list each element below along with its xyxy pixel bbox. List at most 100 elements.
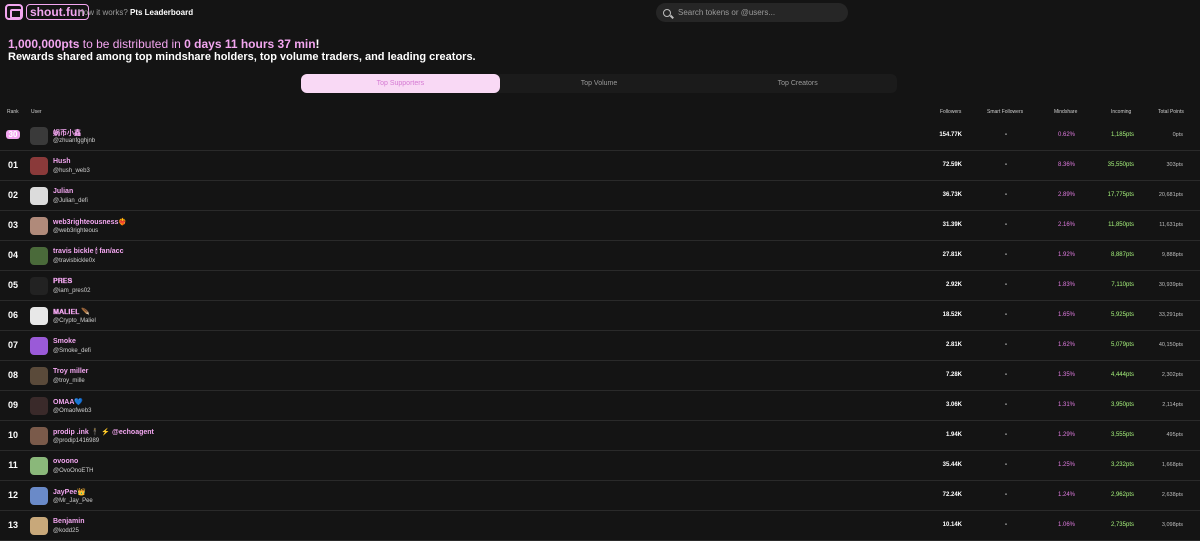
avatar[interactable] [30,517,48,535]
search-input[interactable] [678,8,838,17]
incoming-value: 5,079pts [1110,342,1134,348]
user-name[interactable]: travis bickle 🕯 fan/acc [53,248,123,256]
avatar[interactable] [30,487,48,505]
mindshare-value: 1.83% [1057,282,1075,288]
followers-value: 3.06K [945,402,962,408]
followers-value: 27.81K [942,252,962,258]
user-name[interactable]: 𝐏𝐑𝐄𝐒 [53,278,72,286]
smart-followers-value: - [1005,522,1007,528]
incoming-value: 8,887pts [1110,252,1134,258]
followers-value: 72.24K [942,492,962,498]
user-name[interactable]: Julian [53,188,73,195]
avatar[interactable] [30,217,48,235]
table-row[interactable]: 04 travis bickle 🕯 fan/acc @travisbickle0x… [0,241,1200,271]
user-name[interactable]: 蜗币小鑫 [53,128,81,138]
smart-followers-value: - [1005,492,1007,498]
avatar[interactable] [30,367,48,385]
user-name[interactable]: OMAA💙 [53,398,83,406]
avatar[interactable] [30,127,48,145]
incoming-value: 3,950pts [1110,402,1134,408]
leaderboard-table: 30 蜗币小鑫 @zhuanfgghjnb 154.77K - 0.62% 1,185pts… [0,121,1200,541]
tab-top-supporters[interactable]: Top Supporters [301,74,500,93]
col-rank: Rank [7,109,19,115]
followers-value: 72.59K [942,162,962,168]
promo-line: 1,000,000pts to be distributed in 0 days… [8,37,320,51]
user-name[interactable]: Smoke [53,338,76,345]
table-row[interactable]: 02 Julian @Julian_defi 36.73K - 2.89% 17,775pt… [0,181,1200,211]
followers-value: 10.14K [942,522,962,528]
rank-number: 30 [6,130,20,139]
logo[interactable]: shout.fun [5,4,89,20]
col-total-points: Total Points [1158,109,1184,115]
user-name[interactable]: ovoono [53,458,78,465]
user-name[interactable]: 𝐌𝐀𝐋𝐈𝐄𝐋 🪶 [53,308,90,317]
smart-followers-value: - [1005,222,1007,228]
user-name[interactable]: web3righteousness❤️‍🔥 [53,218,127,226]
smart-followers-value: - [1005,192,1007,198]
followers-value: 18.52K [942,312,962,318]
incoming-value: 2,962pts [1110,492,1134,498]
table-row[interactable]: 06 𝐌𝐀𝐋𝐈𝐄𝐋 🪶 @Crypto_Maliel 18.52K - 1.65% 5,92… [0,301,1200,331]
promo-amount: 1,000,000pts [8,37,80,51]
user-name[interactable]: prodip .ink 🕴 ⚡ @echoagent [53,428,154,436]
table-row[interactable]: 01 Hush @hush_web3 72.59K - 8.36% 35,550pts 303… [0,151,1200,181]
table-row[interactable]: 07 Smoke @Smoke_defi 2.81K - 1.62% 5,079pts 40,… [0,331,1200,361]
search-bar[interactable] [656,3,848,22]
total-points-value: 303pts [1166,162,1183,168]
user-name[interactable]: JayPee👑 [53,488,86,496]
table-row[interactable]: 12 JayPee👑 @Mr_Jay_Pee 72.24K - 1.24% 2,962pts… [0,481,1200,511]
table-row[interactable]: 09 OMAA💙 @Omaofweb3 3.06K - 1.31% 3,950pts 2,11… [0,391,1200,421]
table-row[interactable]: 30 蜗币小鑫 @zhuanfgghjnb 154.77K - 0.62% 1,185pts… [0,121,1200,151]
table-row[interactable]: 03 web3righteousness❤️‍🔥 @web3righteous 31.… [0,211,1200,241]
total-points-value: 33,291pts [1158,312,1183,318]
user-name[interactable]: Benjamin [53,518,85,525]
mindshare-value: 2.89% [1057,192,1075,198]
user-handle: @web3righteous [53,228,99,234]
incoming-value: 17,775pts [1107,192,1134,198]
col-followers: Followers [940,109,962,115]
avatar[interactable] [30,397,48,415]
total-points-value: 495pts [1166,432,1183,438]
total-points-value: 9,888pts [1161,252,1183,258]
avatar[interactable] [30,277,48,295]
col-smart-followers: Smart Followers [987,109,1024,115]
mindshare-value: 1.29% [1057,432,1075,438]
tab-top-volume[interactable]: Top Volume [500,74,699,93]
rank-number: 06 [7,310,18,320]
avatar[interactable] [30,427,48,445]
table-row[interactable]: 08 Troy miller @troy_mille 7.28K - 1.35% 4,444… [0,361,1200,391]
avatar[interactable] [30,337,48,355]
avatar[interactable] [30,457,48,475]
mindshare-value: 8.36% [1057,162,1075,168]
rank-number: 03 [7,220,18,230]
incoming-value: 3,232pts [1110,462,1134,468]
user-name[interactable]: Troy miller [53,368,88,375]
user-name[interactable]: Hush [53,158,71,165]
avatar[interactable] [30,157,48,175]
avatar[interactable] [30,247,48,265]
incoming-value: 11,850pts [1108,222,1134,228]
smart-followers-value: - [1005,372,1007,378]
smart-followers-value: - [1005,162,1007,168]
tab-top-creators[interactable]: Top Creators [698,74,897,93]
top-navbar: shout.fun How it works? Pts Leaderboard [0,0,1200,25]
avatar[interactable] [30,187,48,205]
rank-number: 11 [8,460,18,470]
incoming-value: 35,550pts [1107,162,1134,168]
table-row[interactable]: 10 prodip .ink 🕴 ⚡ @echoagent @prodip14169… [0,421,1200,451]
incoming-value: 1,185pts [1110,132,1134,138]
nav-pts-leaderboard[interactable]: Pts Leaderboard [130,8,193,17]
user-handle: @OvoOnoETH [53,468,94,474]
col-mindshare: Mindshare [1054,109,1078,115]
table-row[interactable]: 05 𝐏𝐑𝐄𝐒 @iam_pres02 2.92K - 1.83% 7,110pts 30,9… [0,271,1200,301]
user-handle: @Julian_defi [53,198,88,204]
table-row[interactable]: 11 ovoono @OvoOnoETH 35.44K - 1.25% 3,232pts 1,… [0,451,1200,481]
incoming-value: 5,925pts [1110,312,1134,318]
total-points-value: 0pts [1172,132,1183,138]
user-handle: @hush_web3 [53,168,90,174]
avatar[interactable] [30,307,48,325]
nav-how-it-works[interactable]: How it works? [78,8,128,17]
followers-value: 2.92K [945,282,962,288]
total-points-value: 2,114pts [1162,402,1183,408]
user-handle: @iam_pres02 [53,288,91,294]
